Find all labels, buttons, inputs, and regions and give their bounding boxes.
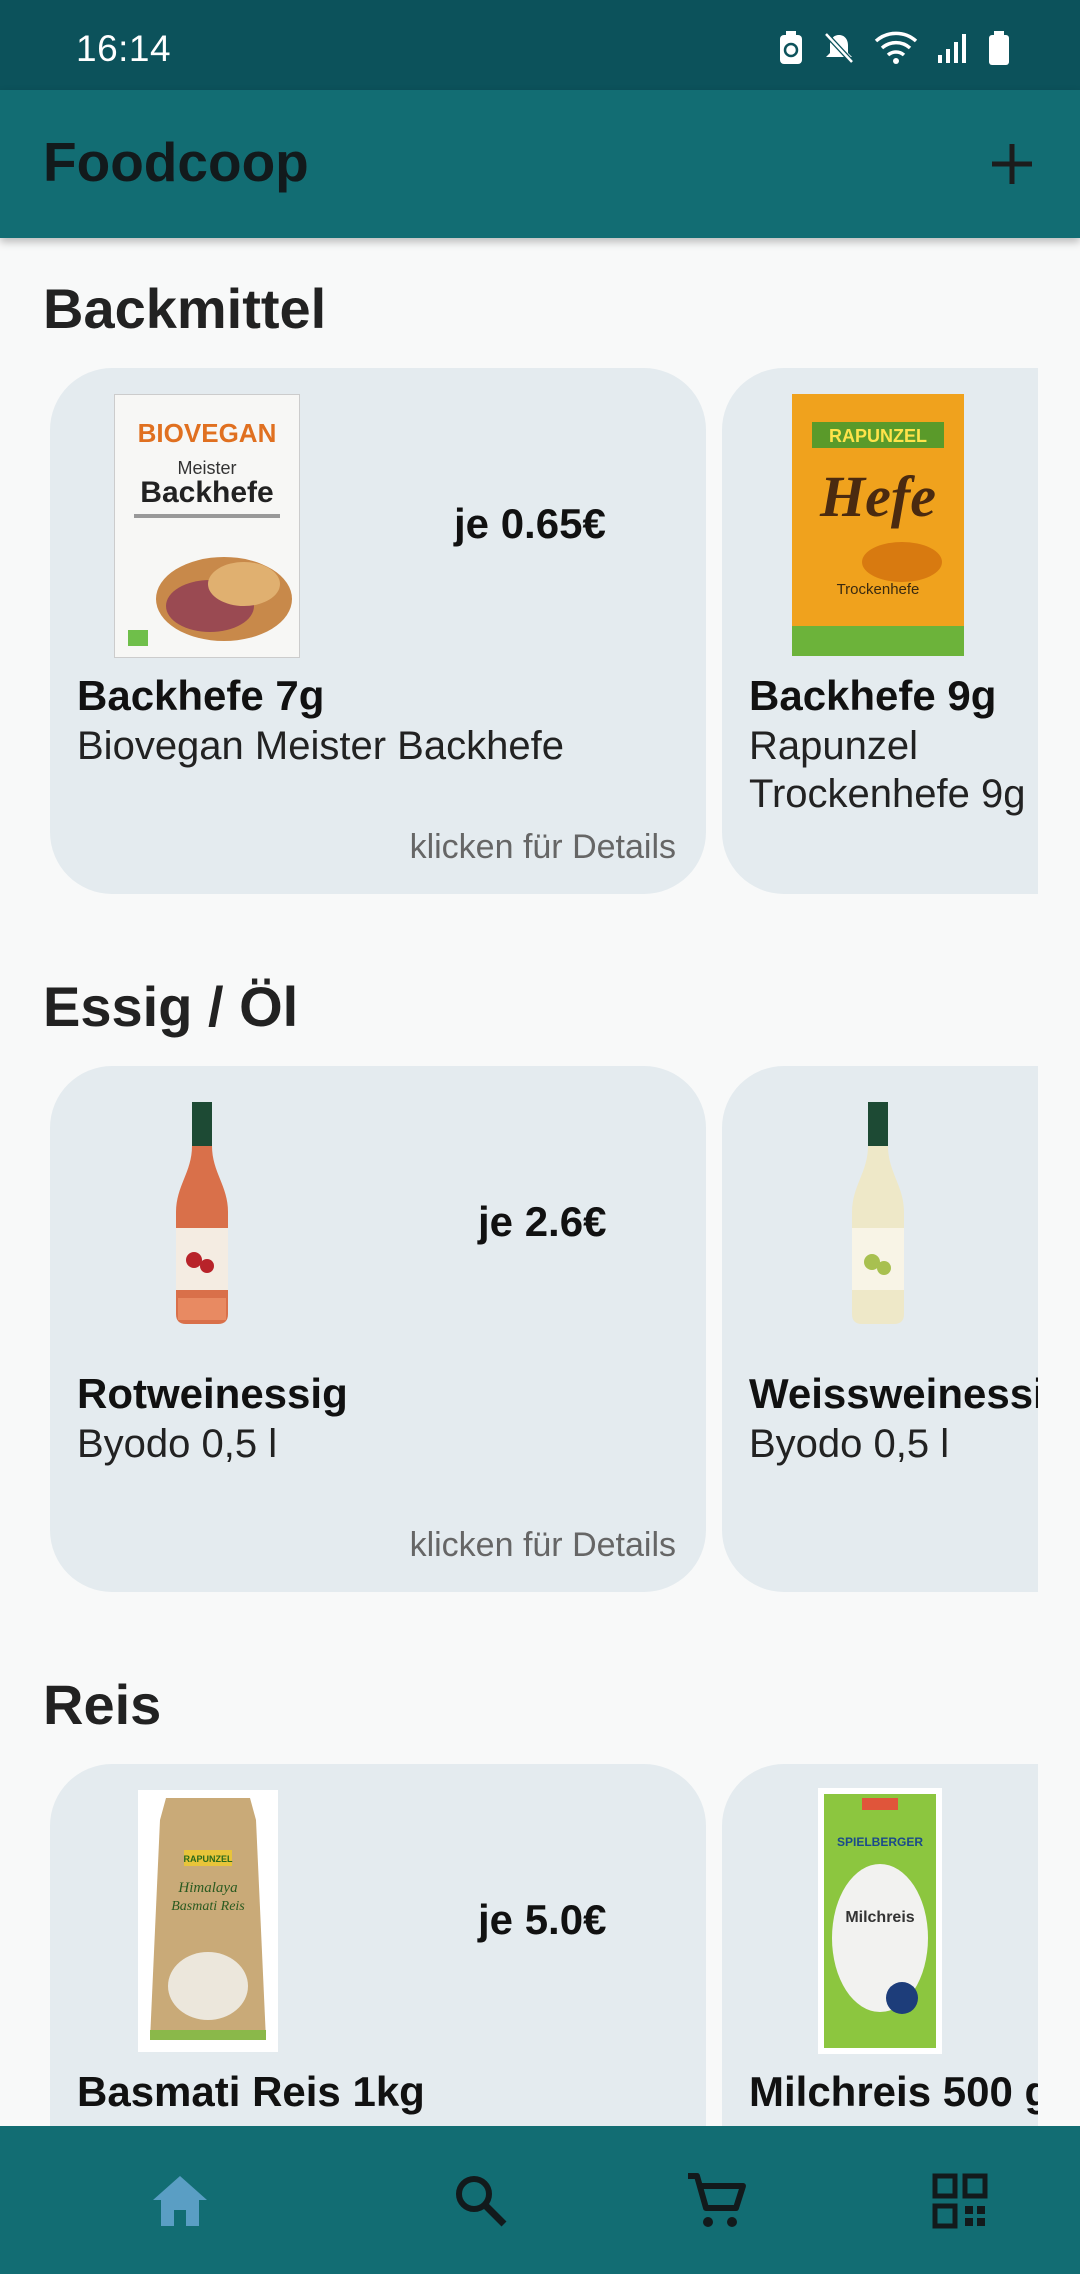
product-price: je 0.65€ <box>454 500 606 547</box>
section-title: Reis <box>43 1673 162 1736</box>
svg-text:Himalaya: Himalaya <box>177 1880 237 1896</box>
status-time: 16:14 <box>76 28 172 69</box>
product-price: je 5.0€ <box>478 1896 607 1943</box>
product-carousel[interactable]: RAPUNZEL Himalaya Basmati Reis je 5.0€ B… <box>0 1764 1038 2126</box>
product-description: Biovegan Meister Backhefe <box>77 724 564 768</box>
product-card[interactable]: BIOVEGAN Meister Backhefe je 0.65€ Backh… <box>50 368 706 894</box>
battery-saver-icon <box>780 31 802 64</box>
wifi-icon <box>874 31 918 64</box>
product-card[interactable]: je 2.6€ Rotweinessig Byodo 0,5 l klicken… <box>50 1066 706 1592</box>
product-price: je 2.6€ <box>478 1198 607 1245</box>
signal-icon <box>938 34 966 63</box>
product-image <box>852 1102 904 1324</box>
product-image <box>176 1102 228 1324</box>
svg-text:Basmati Reis: Basmati Reis <box>171 1899 245 1914</box>
product-description: Spielberger Milchreis <box>749 2118 1038 2126</box>
product-description: Byodo 0,5 l <box>749 1422 950 1466</box>
svg-text:BIOVEGAN: BIOVEGAN <box>138 418 277 448</box>
qr-code-icon[interactable] <box>925 2166 995 2236</box>
svg-text:SPIELBERGER: SPIELBERGER <box>837 1835 923 1849</box>
svg-text:RAPUNZEL: RAPUNZEL <box>829 426 927 446</box>
svg-text:Backhefe: Backhefe <box>140 476 273 509</box>
product-carousel[interactable]: BIOVEGAN Meister Backhefe je 0.65€ Backh… <box>0 368 1038 894</box>
product-image: SPIELBERGER Milchreis <box>818 1788 942 2054</box>
battery-icon <box>989 31 1009 65</box>
svg-text:Trockenhefe: Trockenhefe <box>837 581 920 598</box>
product-card[interactable]: RAPUNZEL Hefe Trockenhefe Backhefe 9g Ra… <box>722 368 1038 894</box>
product-name: Rotweinessig <box>77 1370 348 1417</box>
section-title: Essig / Öl <box>43 975 299 1038</box>
cart-icon[interactable] <box>682 2166 752 2236</box>
product-name: Backhefe 7g <box>77 672 325 719</box>
product-carousel[interactable]: je 2.6€ Rotweinessig Byodo 0,5 l klicken… <box>0 1066 1038 1592</box>
svg-text:Milchreis: Milchreis <box>845 1909 914 1926</box>
product-image: BIOVEGAN Meister Backhefe <box>114 394 300 658</box>
product-name: Milchreis 500 g <box>749 2068 1038 2115</box>
product-description: Rapunzel Himalaya Basmati Reis <box>77 2118 697 2126</box>
svg-text:RAPUNZEL: RAPUNZEL <box>184 1854 234 1864</box>
product-card[interactable]: Weissweinessig Byodo 0,5 l <box>722 1066 1038 1592</box>
bottom-navigation <box>0 2126 1080 2274</box>
app-bar: Foodcoop <box>0 90 1080 238</box>
mute-icon <box>824 32 854 64</box>
product-name: Backhefe 9g <box>749 672 997 719</box>
product-image: RAPUNZEL Hefe Trockenhefe <box>792 394 964 656</box>
search-icon[interactable] <box>446 2166 516 2236</box>
product-card[interactable]: RAPUNZEL Himalaya Basmati Reis je 5.0€ B… <box>50 1764 706 2126</box>
product-card[interactable]: SPIELBERGER Milchreis Milchreis 500 g Sp… <box>722 1764 1038 2126</box>
section-title: Backmittel <box>43 277 327 340</box>
plus-icon[interactable] <box>982 134 1042 194</box>
product-name: Basmati Reis 1kg <box>77 2068 425 2115</box>
svg-text:Meister: Meister <box>177 458 236 478</box>
product-list[interactable]: Backmittel BIOVEGAN Meister Backhefe je … <box>0 238 1080 2126</box>
status-bar: 16:14 <box>0 0 1080 90</box>
details-hint: klicken für Details <box>409 828 676 866</box>
product-description: Byodo 0,5 l <box>77 1422 278 1466</box>
product-name: Weissweinessig <box>749 1370 1038 1417</box>
app-title: Foodcoop <box>43 131 309 193</box>
status-icons <box>778 30 1010 66</box>
details-hint: klicken für Details <box>409 1526 676 1564</box>
product-image: RAPUNZEL Himalaya Basmati Reis <box>138 1790 278 2052</box>
product-description: Rapunzel Trockenhefe 9g <box>749 724 1026 816</box>
svg-text:Hefe: Hefe <box>819 464 936 529</box>
home-icon[interactable] <box>145 2166 215 2236</box>
